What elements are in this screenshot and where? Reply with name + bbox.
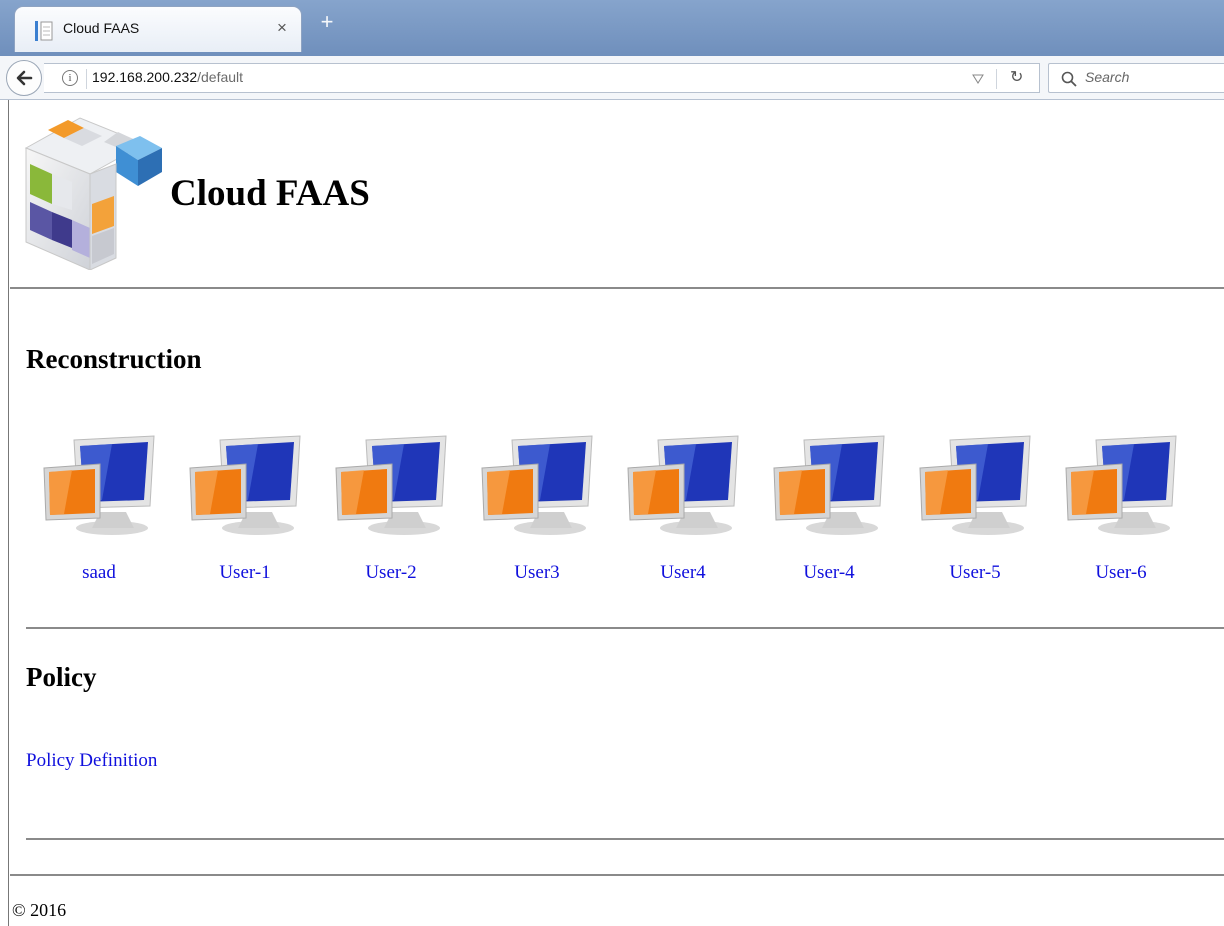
user-item-user-5[interactable]: User-5 <box>902 428 1048 588</box>
search-placeholder: Search <box>1085 69 1130 85</box>
user-item-user-1[interactable]: User-1 <box>172 428 318 588</box>
user-name[interactable]: saad <box>26 562 172 584</box>
computer-monitor-icon <box>627 435 739 535</box>
user-list: saad User-1 User-2 User3 User4 User-4 Us… <box>26 428 1216 588</box>
user-name[interactable]: User-2 <box>318 562 464 584</box>
url-path: /default <box>197 69 244 85</box>
user-name[interactable]: User3 <box>464 562 610 584</box>
user-item-user-6[interactable]: User-6 <box>1048 428 1194 588</box>
url-host: 192.168.200.232 <box>92 69 198 85</box>
divider <box>10 874 1224 876</box>
user-item-user-2[interactable]: User-2 <box>318 428 464 588</box>
close-tab-icon[interactable]: × <box>277 18 287 38</box>
user-item-user4[interactable]: User4 <box>610 428 756 588</box>
new-tab-button[interactable]: + <box>316 10 338 36</box>
navigation-toolbar: i 192.168.200.232/default ↻ Search <box>0 56 1224 100</box>
computer-monitor-icon <box>481 435 593 535</box>
search-input[interactable]: Search <box>1048 63 1224 93</box>
user-item-user-4[interactable]: User-4 <box>756 428 902 588</box>
computer-monitor-icon <box>919 435 1031 535</box>
back-button[interactable] <box>6 60 42 96</box>
url-text[interactable]: 192.168.200.232/default <box>92 69 243 85</box>
divider <box>86 69 87 89</box>
computer-monitor-icon <box>335 435 447 535</box>
computer-monitor-icon <box>773 435 885 535</box>
user-name[interactable]: User-4 <box>756 562 902 584</box>
cloud-faas-logo-cube-icon <box>24 117 162 270</box>
site-title: Cloud FAAS <box>170 173 370 214</box>
back-arrow-icon <box>16 70 33 86</box>
user-name[interactable]: User-6 <box>1048 562 1194 584</box>
divider <box>996 69 997 89</box>
computer-monitor-icon <box>1065 435 1177 535</box>
divider <box>10 287 1224 289</box>
tab-title: Cloud FAAS <box>63 20 140 36</box>
computer-monitor-icon <box>43 435 155 535</box>
user-name[interactable]: User-1 <box>172 562 318 584</box>
user-name[interactable]: User4 <box>610 562 756 584</box>
reconstruction-heading: Reconstruction <box>26 344 202 374</box>
user-item-saad[interactable]: saad <box>26 428 172 588</box>
user-name[interactable]: User-5 <box>902 562 1048 584</box>
site-info-icon[interactable]: i <box>62 70 78 86</box>
divider <box>26 838 1224 840</box>
policy-definition-link[interactable]: Policy Definition <box>26 750 157 772</box>
user-item-user3[interactable]: User3 <box>464 428 610 588</box>
page-icon <box>35 21 53 41</box>
policy-heading: Policy <box>26 662 97 692</box>
copyright-text: © 2016 <box>12 900 67 920</box>
page-border <box>8 100 9 926</box>
search-icon <box>1061 71 1077 87</box>
browser-tab[interactable]: Cloud FAAS × <box>14 6 302 52</box>
history-dropdown-icon[interactable] <box>972 74 984 84</box>
computer-monitor-icon <box>189 435 301 535</box>
address-bar[interactable]: i 192.168.200.232/default ↻ <box>44 63 1040 93</box>
reload-icon[interactable]: ↻ <box>1010 67 1023 86</box>
browser-tab-strip: Cloud FAAS × + <box>0 0 1224 56</box>
divider <box>26 627 1224 629</box>
